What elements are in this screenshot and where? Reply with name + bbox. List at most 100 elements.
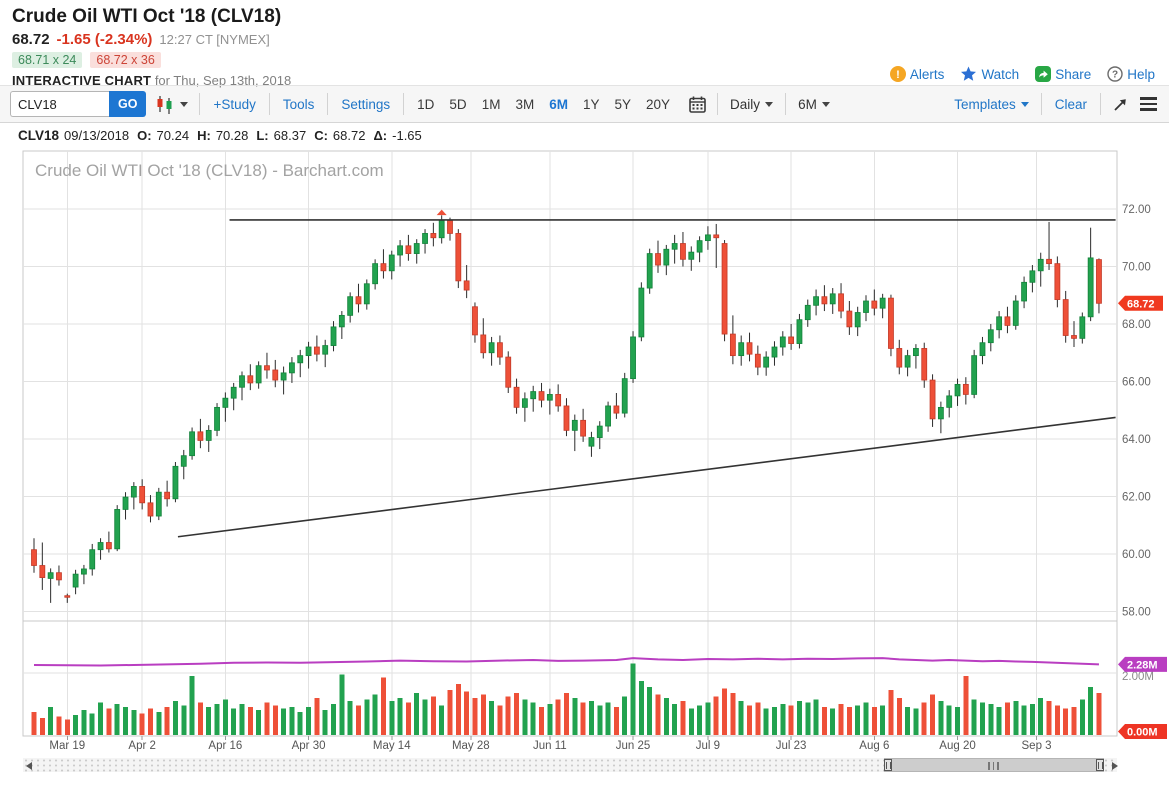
toolbar-divider: [1041, 93, 1042, 115]
bid-value: 68.71 x 24: [12, 52, 82, 68]
svg-text:Jun 25: Jun 25: [616, 740, 651, 752]
scrollbar-thumb[interactable]: [884, 758, 1104, 772]
svg-text:Apr 16: Apr 16: [208, 740, 242, 752]
period-dropdown[interactable]: 6M: [795, 97, 833, 112]
pop-out-chart-button[interactable]: [1110, 96, 1131, 113]
chevron-down-icon: [1021, 102, 1029, 107]
calendar-icon: [689, 96, 706, 113]
expand-arrow-icon: [1112, 96, 1129, 113]
tools-button[interactable]: Tools: [279, 97, 319, 112]
scrollbar-left-handle[interactable]: [884, 759, 892, 771]
low-value: 68.37: [274, 128, 307, 143]
calendar-button[interactable]: [687, 96, 708, 113]
svg-text:?: ?: [1112, 70, 1118, 81]
toolbar-divider: [1100, 93, 1101, 115]
quote-header: Crude Oil WTI Oct '18 (CLV18) 68.72 -1.6…: [0, 0, 1169, 86]
range-button-6m-active[interactable]: 6M: [545, 97, 572, 112]
scrollbar-right-handle[interactable]: [1096, 759, 1104, 771]
range-button-1m[interactable]: 1M: [478, 97, 505, 112]
toolbar-divider: [269, 93, 270, 115]
ohlc-readout: CLV18 09/13/2018 O:70.24 H:70.28 L:68.37…: [0, 123, 1169, 149]
svg-text:Apr 2: Apr 2: [128, 740, 156, 752]
symbol-input[interactable]: [10, 91, 109, 117]
help-icon: ?: [1107, 66, 1123, 82]
alerts-label: Alerts: [910, 67, 945, 82]
svg-text:Aug 6: Aug 6: [859, 740, 889, 752]
scrollbar-right-arrow-icon[interactable]: [1112, 762, 1118, 770]
price-change: -1.65 (-2.34%): [57, 31, 153, 48]
range-button-1d[interactable]: 1D: [413, 97, 438, 112]
share-icon: [1035, 66, 1051, 82]
svg-text:2.28M: 2.28M: [1127, 659, 1158, 671]
range-button-20y[interactable]: 20Y: [642, 97, 674, 112]
readout-date: 09/13/2018: [64, 128, 129, 143]
svg-text:70.00: 70.00: [1122, 262, 1151, 274]
last-price: 68.72: [12, 31, 50, 48]
svg-text:60.00: 60.00: [1122, 549, 1151, 561]
readout-symbol: CLV18: [18, 128, 59, 143]
high-label: H:: [197, 128, 211, 143]
delta-label: Δ:: [373, 128, 387, 143]
svg-text:Apr 30: Apr 30: [292, 740, 326, 752]
range-button-3m[interactable]: 3M: [511, 97, 538, 112]
period-value: 6M: [798, 97, 817, 112]
svg-text:72.00: 72.00: [1122, 204, 1151, 216]
svg-text:2.00M: 2.00M: [1122, 671, 1154, 683]
range-button-5d[interactable]: 5D: [445, 97, 470, 112]
svg-text:May 28: May 28: [452, 740, 490, 752]
page-title: Crude Oil WTI Oct '18 (CLV18): [12, 6, 1157, 28]
svg-text:May 14: May 14: [373, 740, 411, 752]
toolbar-divider: [327, 93, 328, 115]
range-button-5y[interactable]: 5Y: [611, 97, 636, 112]
quote-line: 68.72 -1.65 (-2.34%) 12:27 CT [NYMEX]: [12, 31, 1157, 48]
svg-text:58.00: 58.00: [1122, 607, 1151, 619]
scrollbar-left-arrow-icon[interactable]: [26, 762, 32, 770]
templates-label: Templates: [954, 97, 1016, 112]
add-study-button[interactable]: +Study: [209, 97, 259, 112]
svg-text:Mar 19: Mar 19: [49, 740, 85, 752]
chart-h-scrollbar[interactable]: [0, 755, 1169, 775]
svg-text:Crude Oil WTI Oct '18 (CLV18): Crude Oil WTI Oct '18 (CLV18) - Barchart…: [35, 161, 384, 180]
delta-value: -1.65: [392, 128, 422, 143]
share-link[interactable]: Share: [1035, 66, 1091, 82]
watch-label: Watch: [981, 67, 1019, 82]
svg-text:Jul 9: Jul 9: [696, 740, 720, 752]
header-links: ! Alerts Watch Share ? Help: [890, 66, 1155, 82]
svg-text:68.00: 68.00: [1122, 319, 1151, 331]
svg-text:Aug 20: Aug 20: [939, 740, 975, 752]
go-button[interactable]: GO: [109, 91, 146, 117]
svg-text:68.72: 68.72: [1127, 298, 1155, 310]
alert-icon: !: [890, 66, 906, 82]
alerts-link[interactable]: ! Alerts: [890, 66, 945, 82]
templates-dropdown[interactable]: Templates: [951, 97, 1032, 112]
scrollbar-grip-icon: [988, 762, 999, 770]
menu-button[interactable]: [1138, 95, 1159, 113]
toolbar-divider: [199, 93, 200, 115]
quote-time: 12:27 CT [NYMEX]: [159, 32, 269, 47]
close-value: 68.72: [333, 128, 366, 143]
watch-link[interactable]: Watch: [960, 66, 1019, 82]
chevron-down-icon: [822, 102, 830, 107]
star-icon: [960, 66, 977, 82]
settings-button[interactable]: Settings: [337, 97, 394, 112]
frequency-value: Daily: [730, 97, 760, 112]
candlestick-type-icon: [155, 95, 175, 114]
range-button-1y[interactable]: 1Y: [579, 97, 604, 112]
svg-text:64.00: 64.00: [1122, 434, 1151, 446]
toolbar-divider: [717, 93, 718, 115]
help-link[interactable]: ? Help: [1107, 66, 1155, 82]
open-value: 70.24: [157, 128, 190, 143]
help-label: Help: [1127, 67, 1155, 82]
toolbar-divider: [403, 93, 404, 115]
chart-toolbar: GO +Study Tools Settings 1D 5D 1M 3M 6M …: [0, 86, 1169, 123]
header-divider: [0, 85, 1169, 86]
chart-canvas[interactable]: Mar 19Apr 2Apr 16Apr 30May 14May 28Jun 1…: [0, 149, 1169, 755]
chart-type-dropdown[interactable]: [153, 95, 190, 114]
close-label: C:: [314, 128, 328, 143]
frequency-dropdown[interactable]: Daily: [727, 97, 776, 112]
high-value: 70.28: [216, 128, 249, 143]
chart-area: Mar 19Apr 2Apr 16Apr 30May 14May 28Jun 1…: [0, 149, 1169, 776]
toolbar-divider: [785, 93, 786, 115]
share-label: Share: [1055, 67, 1091, 82]
clear-button[interactable]: Clear: [1051, 97, 1091, 112]
